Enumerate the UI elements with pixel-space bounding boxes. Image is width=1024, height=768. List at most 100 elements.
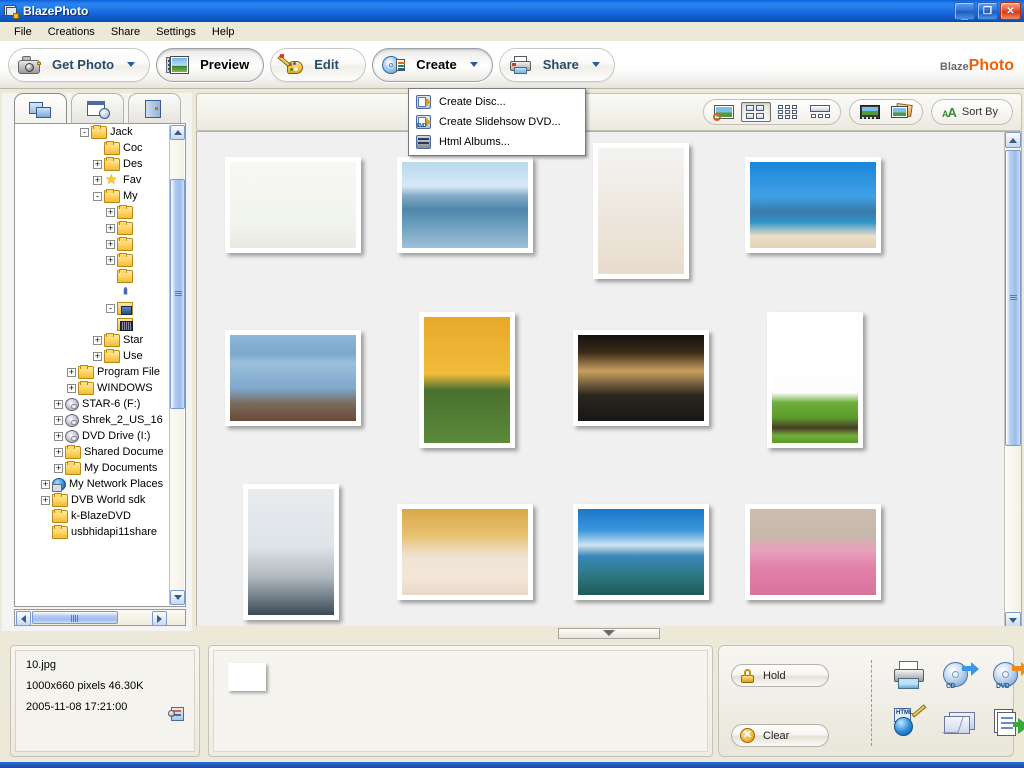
photo-thumbnail-teddy-bears[interactable] [397, 504, 533, 600]
menu-item-help[interactable]: Help [204, 24, 243, 40]
photo-scroll-thumb[interactable] [1005, 150, 1021, 446]
large-icons-button[interactable] [741, 102, 771, 122]
tree-node[interactable]: +Fav [15, 172, 170, 188]
photo-thumbnail-lake-sailboat[interactable] [225, 330, 361, 426]
menu-item-share[interactable]: Share [103, 24, 148, 40]
photo-thumbnail-bridge-sailboat[interactable] [397, 157, 533, 253]
create-menu-item-2[interactable]: Html Albums... [409, 132, 585, 152]
tray-item-dice[interactable] [228, 663, 266, 691]
photo-thumbnail-tropical-beach[interactable] [745, 157, 881, 253]
tree-horizontal-scrollbar[interactable] [14, 609, 186, 626]
create-menu-item-0[interactable]: Create Disc... [409, 92, 585, 112]
left-panel-albums-tab[interactable] [128, 93, 181, 123]
tree-toggle[interactable]: + [41, 480, 50, 489]
print-action-button[interactable] [891, 658, 929, 692]
tree-toggle[interactable]: + [67, 368, 76, 377]
toolbar-edit-button[interactable]: Edit [270, 48, 366, 82]
tree-toggle[interactable]: + [54, 432, 63, 441]
tree-node[interactable]: Coc [15, 140, 170, 156]
photo-thumbnail-golf-course[interactable] [767, 312, 863, 448]
tree-scroll-up-button[interactable] [170, 125, 185, 140]
tree-toggle[interactable]: + [41, 496, 50, 505]
hold-button[interactable]: Hold [731, 664, 829, 687]
sort-by-button[interactable]: AA Sort By [931, 99, 1013, 125]
toolbar-share-button[interactable]: Share [499, 48, 615, 82]
tree-node[interactable]: +Shared Docume [15, 444, 170, 460]
tree-toggle[interactable]: + [93, 336, 102, 345]
toolbar-get-photo-button[interactable]: Get Photo [8, 48, 150, 82]
tree-node[interactable]: +WINDOWS [15, 380, 170, 396]
photo-thumbnail-sea-clouds[interactable] [573, 504, 709, 600]
tree-node[interactable]: -Jack [15, 124, 170, 140]
tree-toggle[interactable]: - [80, 128, 89, 137]
tree-node[interactable]: + [15, 204, 170, 220]
burn-dvd-action-button[interactable]: DVD [991, 658, 1024, 692]
tree-toggle[interactable]: + [54, 416, 63, 425]
tree-scroll-down-button[interactable] [170, 590, 185, 605]
toolbar-create-button[interactable]: Create [372, 48, 492, 82]
tree-node[interactable]: +Use [15, 348, 170, 364]
menu-item-creations[interactable]: Creations [40, 24, 103, 40]
details-view-button[interactable] [805, 102, 835, 122]
stack-view-button[interactable] [887, 102, 917, 122]
menu-item-file[interactable]: File [6, 24, 40, 40]
tree-node[interactable]: +DVB World sdk [15, 492, 170, 508]
photo-grid[interactable] [196, 131, 1022, 629]
tree-node[interactable]: +DVD Drive (I:) [15, 428, 170, 444]
tree-node[interactable]: -My [15, 188, 170, 204]
tree-toggle[interactable]: - [93, 192, 102, 201]
tree-node[interactable]: + [15, 220, 170, 236]
tree-toggle[interactable]: + [106, 208, 115, 217]
preview-view-button[interactable] [709, 102, 739, 122]
tree-vertical-scrollbar[interactable] [169, 125, 184, 605]
tree-node[interactable]: k-BlazeDVD [15, 508, 170, 524]
export-action-button[interactable] [991, 706, 1024, 740]
tree-toggle[interactable]: + [54, 448, 63, 457]
maximize-button[interactable]: ❐ [977, 2, 998, 20]
tree-node[interactable]: +Program File [15, 364, 170, 380]
photo-thumbnail-dice[interactable] [225, 157, 361, 253]
tree-node[interactable] [15, 316, 170, 332]
photo-thumbnail-twin-towers[interactable] [243, 484, 339, 620]
tree-node[interactable]: usbhidapi11share [15, 524, 170, 540]
properties-icon[interactable] [168, 707, 184, 722]
tree-node[interactable]: +My Documents [15, 460, 170, 476]
small-icons-button[interactable] [773, 102, 803, 122]
close-button[interactable]: ✕ [1000, 2, 1021, 20]
html-album-action-button[interactable]: HTML [891, 706, 929, 740]
tree-scroll-right-button[interactable] [152, 611, 167, 626]
tree-scroll-thumb[interactable] [170, 179, 185, 409]
photo-thumbnail-boy-balloons[interactable] [419, 312, 515, 448]
tree-toggle[interactable]: - [106, 304, 115, 313]
clear-button[interactable]: ✕ Clear [731, 724, 829, 747]
tree-hscroll-thumb[interactable] [32, 611, 118, 624]
tree-toggle[interactable]: + [93, 160, 102, 169]
tree-node[interactable] [15, 268, 170, 284]
photo-thumbnail-sunflower-hat[interactable] [573, 330, 709, 426]
left-panel-calendar-tab[interactable] [71, 93, 124, 123]
email-action-button[interactable] [941, 706, 979, 740]
panel-splitter[interactable] [196, 626, 1022, 640]
splitter-handle[interactable] [558, 628, 660, 639]
slideshow-button[interactable] [855, 102, 885, 122]
create-dropdown-menu[interactable]: Create Disc...DVDCreate Slidehsow DVD...… [408, 88, 586, 156]
tree-node[interactable] [15, 284, 170, 300]
photo-scroll-up-button[interactable] [1005, 132, 1021, 148]
tree-toggle[interactable]: + [93, 352, 102, 361]
tree-toggle[interactable]: + [54, 400, 63, 409]
tree-node[interactable]: + [15, 252, 170, 268]
photo-tray[interactable] [208, 645, 713, 757]
tree-node[interactable]: +Star [15, 332, 170, 348]
photo-thumbnail-pink-flowers[interactable] [745, 504, 881, 600]
photo-thumbnail-santa-child[interactable] [593, 143, 689, 279]
left-panel-folders-tab[interactable] [14, 93, 67, 125]
photo-grid-scrollbar[interactable] [1004, 132, 1021, 628]
folder-tree[interactable]: -JackCoc+Des+Fav-My++++-+Star+Use+Progra… [14, 123, 186, 607]
tree-node[interactable]: +Des [15, 156, 170, 172]
tree-node[interactable]: + [15, 236, 170, 252]
tree-node[interactable]: +My Network Places [15, 476, 170, 492]
tree-toggle[interactable]: + [106, 240, 115, 249]
tree-toggle[interactable]: + [106, 224, 115, 233]
menu-item-settings[interactable]: Settings [148, 24, 204, 40]
tree-scroll-left-button[interactable] [16, 611, 31, 626]
